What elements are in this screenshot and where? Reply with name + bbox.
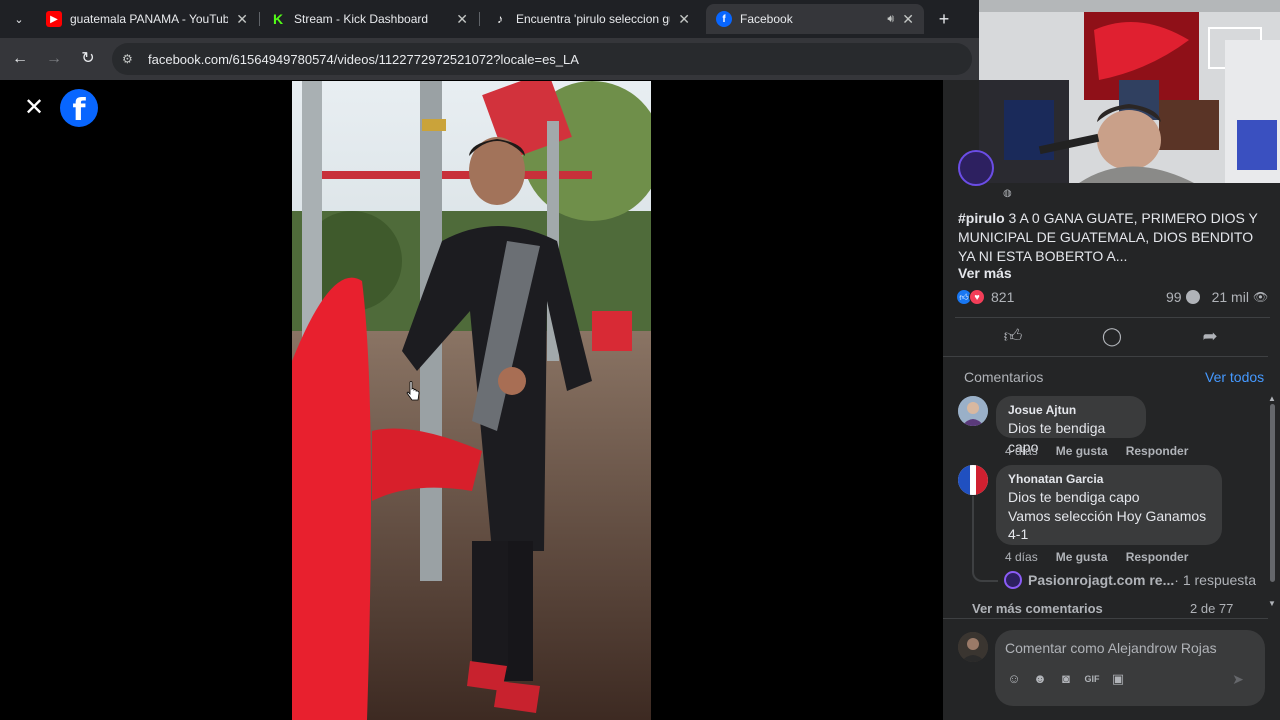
divider — [943, 618, 1268, 619]
mouse-pointer-icon — [406, 381, 420, 401]
comment-time[interactable]: 4 días — [1005, 444, 1038, 458]
reply-author: Pasionrojagt.com re... — [1028, 572, 1175, 588]
share-button[interactable]: ➦ — [1180, 322, 1240, 350]
page-avatar[interactable] — [958, 150, 994, 186]
see-all-comments-link[interactable]: Ver todos — [1205, 369, 1264, 385]
send-icon[interactable]: ➤ — [1229, 670, 1247, 688]
tab-search-chevron-icon[interactable]: ⌄ — [8, 8, 30, 30]
tab-kick[interactable]: K Stream - Kick Dashboard ✕ — [260, 4, 478, 34]
avatar-sticker-icon[interactable]: ☺ — [1005, 670, 1023, 688]
reactions-count: 821 — [991, 289, 1015, 305]
comment-author[interactable]: Yhonatan Garcia — [1008, 472, 1210, 486]
comment-like-button[interactable]: Me gusta — [1056, 550, 1108, 564]
divider — [955, 317, 1270, 318]
webcam-overlay — [979, 0, 1280, 183]
comment-composer: ☺ ☻ ◙ GIF ▣ ➤ — [995, 630, 1265, 706]
video-player[interactable] — [292, 81, 651, 720]
facebook-icon: f — [716, 11, 732, 27]
gif-icon[interactable]: GIF — [1083, 670, 1101, 688]
avatar[interactable] — [958, 465, 988, 495]
post-caption: #pirulo 3 A 0 GANA GUATE, PRIMERO DIOS Y… — [958, 209, 1258, 266]
emoji-icon[interactable]: ☻ — [1031, 670, 1049, 688]
avatar-image — [958, 396, 988, 426]
comment-icon: ◯ — [1101, 326, 1123, 346]
comment-input[interactable] — [1005, 638, 1255, 658]
share-arrow-icon: ➦ — [1202, 326, 1218, 346]
tiktok-icon: ♪ — [497, 12, 503, 26]
comments-count[interactable]: 99 — [1166, 289, 1182, 305]
tab-close-icon[interactable]: ✕ — [456, 11, 468, 28]
sticker-icon[interactable]: ▣ — [1109, 670, 1127, 688]
post-hashtag[interactable]: #pirulo — [958, 210, 1005, 226]
post-stats: 99 21 mil 👁︎ — [1166, 288, 1268, 306]
tab-close-icon[interactable]: ✕ — [902, 11, 914, 28]
comment-reply-button[interactable]: Responder — [1126, 444, 1189, 458]
reply-author-avatar — [1004, 571, 1022, 589]
tab-facebook[interactable]: f Facebook 🔊︎ ✕ — [706, 4, 924, 34]
screen: ⌄ ▶ guatemala PANAMA - YouTube ✕ K Strea… — [0, 0, 1280, 720]
flag-avatar-image — [958, 465, 988, 495]
comment-meta: 4 días Me gusta Responder — [1005, 444, 1188, 458]
current-user-avatar[interactable] — [958, 632, 988, 662]
comment-author[interactable]: Josue Ajtun — [1008, 403, 1134, 417]
new-tab-button[interactable]: + — [934, 9, 954, 29]
kick-icon: K — [272, 11, 284, 27]
comments-page-count: 2 de 77 — [1190, 601, 1234, 613]
love-reaction-icon: ♥ — [969, 289, 985, 305]
tab-youtube[interactable]: ▶ guatemala PANAMA - YouTube ✕ — [36, 4, 258, 34]
scroll-down-arrow-icon[interactable]: ▼ — [1268, 599, 1276, 608]
webcam-frame — [979, 0, 1280, 183]
reply-count: · 1 respuesta — [1174, 572, 1256, 588]
comment-text-line: Dios te bendiga capo — [1008, 489, 1140, 505]
tab-close-icon[interactable]: ✕ — [236, 11, 248, 28]
globe-icon: ◍ — [1003, 188, 1012, 199]
browser-tab-strip: ⌄ ▶ guatemala PANAMA - YouTube ✕ K Strea… — [0, 0, 980, 38]
reload-icon[interactable]: ↻ — [77, 48, 99, 70]
address-bar-url: facebook.com/61564949780574/videos/11227… — [148, 51, 579, 67]
comment-reply-button[interactable]: Responder — [1126, 550, 1189, 564]
video-frame — [292, 81, 651, 720]
address-bar[interactable]: ⚙ facebook.com/61564949780574/videos/112… — [112, 43, 972, 75]
comments-scrollbar-thumb[interactable] — [1270, 404, 1275, 582]
comment-bubble-icon — [1185, 290, 1200, 304]
back-arrow-icon[interactable]: ← — [9, 48, 31, 70]
reactions-summary[interactable]: 👍︎ ♥ 821 — [956, 288, 1014, 306]
current-user-avatar-image — [958, 632, 988, 662]
scroll-up-arrow-icon[interactable]: ▲ — [1268, 394, 1276, 403]
site-info-icon[interactable]: ⚙ — [122, 52, 138, 66]
camera-icon[interactable]: ◙ — [1057, 670, 1075, 688]
thumbs-up-icon: 👍︎ — [1003, 326, 1023, 346]
comment-meta: 4 días Me gusta Responder — [1005, 550, 1188, 564]
comment-bubble: Josue Ajtun Dios te bendiga capo — [996, 396, 1146, 455]
comment-bubble: Yhonatan Garcia Dios te bendiga capo Vam… — [996, 465, 1222, 545]
like-button[interactable]: 👍︎ — [983, 322, 1043, 350]
close-viewer-icon[interactable]: ✕ — [22, 96, 46, 120]
tab-tiktok[interactable]: ♪ Encuentra 'pirulo seleccion guatemala'… — [482, 4, 700, 34]
comments-heading: Comentarios — [964, 369, 1044, 385]
avatar[interactable] — [958, 396, 988, 426]
comment-text-line: Vamos selección Hoy Ganamos — [1008, 507, 1207, 524]
speaker-icon[interactable]: 🔊︎ — [887, 13, 894, 26]
see-more-link[interactable]: Ver más — [958, 265, 1012, 281]
comment-text-line: 4-1 — [1008, 526, 1029, 542]
forward-arrow-icon[interactable]: → — [43, 48, 65, 70]
youtube-icon: ▶ — [46, 11, 62, 27]
view-replies-link[interactable]: Pasionrojagt.com re... · 1 respuesta — [1004, 571, 1256, 589]
reply-thread-line — [972, 496, 998, 582]
tab-close-icon[interactable]: ✕ — [678, 11, 690, 28]
comment-time[interactable]: 4 días — [1005, 550, 1038, 564]
tab-separator — [479, 12, 480, 26]
facebook-logo-icon[interactable]: f — [60, 89, 98, 127]
divider — [943, 356, 1268, 357]
eye-icon: 👁︎ — [1252, 290, 1269, 304]
comment-like-button[interactable]: Me gusta — [1056, 444, 1108, 458]
more-comments-link[interactable]: Ver más comentarios — [972, 601, 1103, 613]
browser-toolbar: ← → ↻ ⚙ facebook.com/61564949780574/vide… — [0, 38, 980, 80]
views-count: 21 mil — [1211, 289, 1249, 305]
comment-button[interactable]: ◯ — [1082, 322, 1142, 350]
